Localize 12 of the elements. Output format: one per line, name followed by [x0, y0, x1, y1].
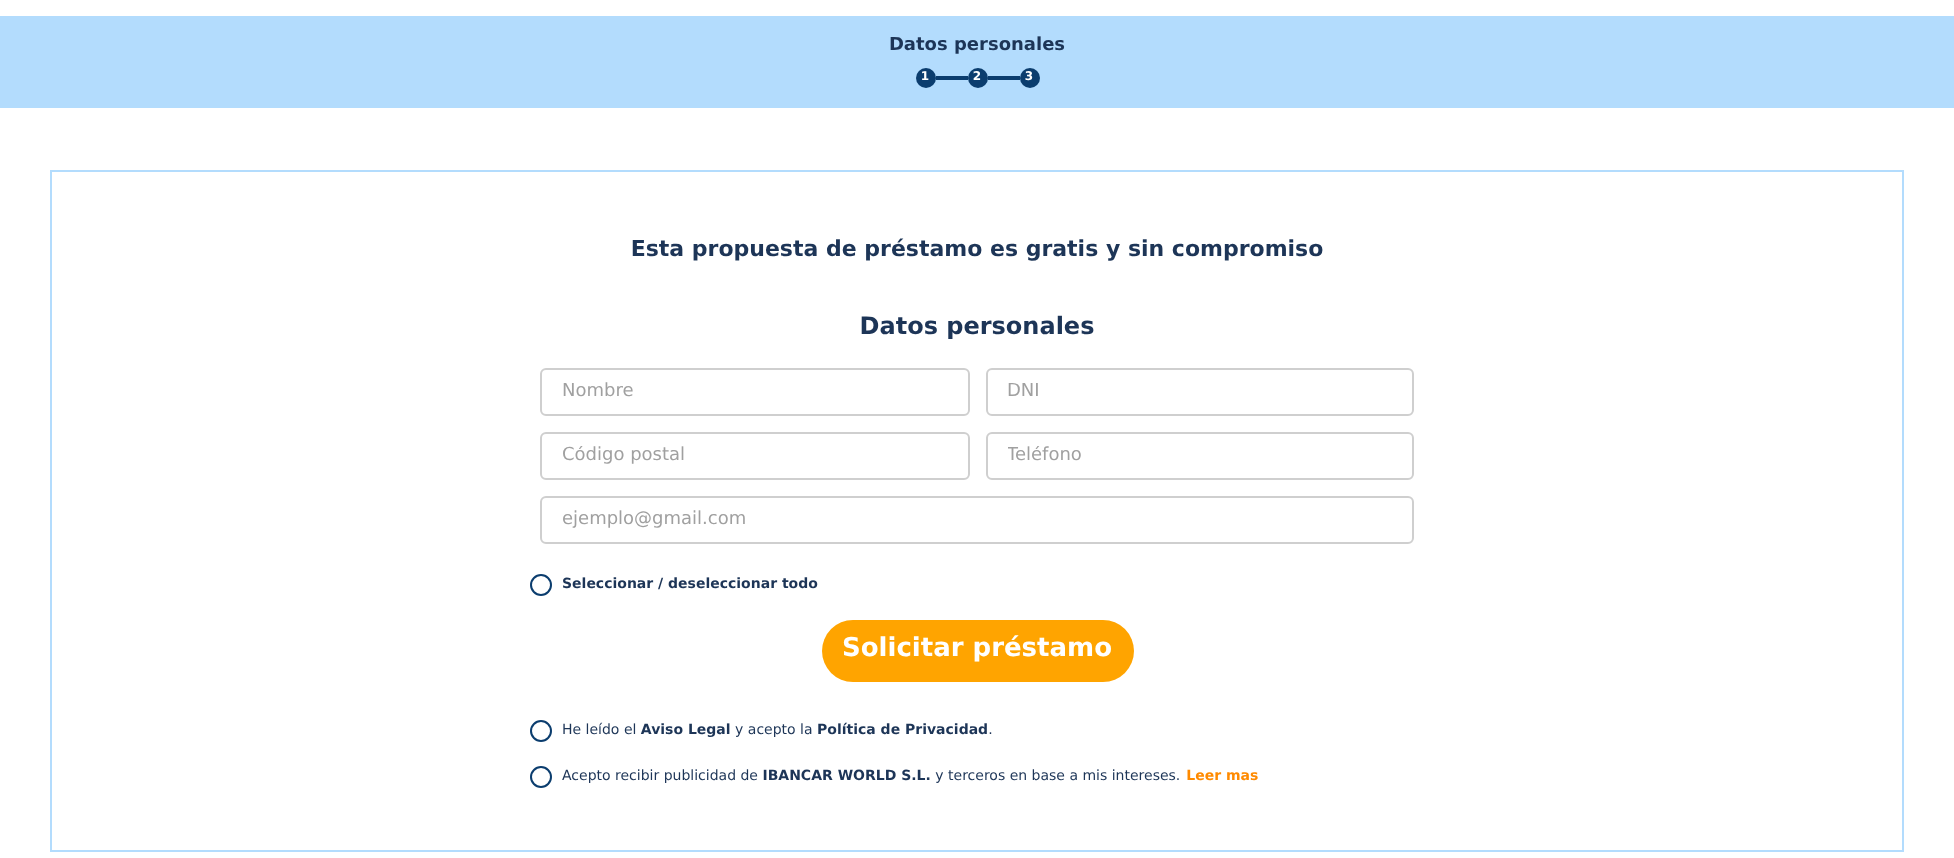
- input-field[interactable]: Nombre: [540, 367, 969, 415]
- radio-button[interactable]: [530, 573, 552, 595]
- intro-text: Esta propuesta de préstamo es gratis y sin compromiso: [630, 234, 1324, 266]
- radio-button[interactable]: [530, 765, 552, 787]
- input-field[interactable]: ejemplo@gmail.com: [540, 495, 1414, 543]
- step-title: Datos personales: [888, 34, 1066, 60]
- submit-button[interactable]: Solicitar préstamo: [821, 619, 1133, 681]
- input-field[interactable]: Código postal: [540, 431, 969, 479]
- input-field[interactable]: DNI: [985, 367, 1414, 415]
- form-heading: Datos personales: [859, 309, 1095, 343]
- input-field[interactable]: Teléfono: [985, 431, 1414, 479]
- radio-button[interactable]: [530, 719, 552, 741]
